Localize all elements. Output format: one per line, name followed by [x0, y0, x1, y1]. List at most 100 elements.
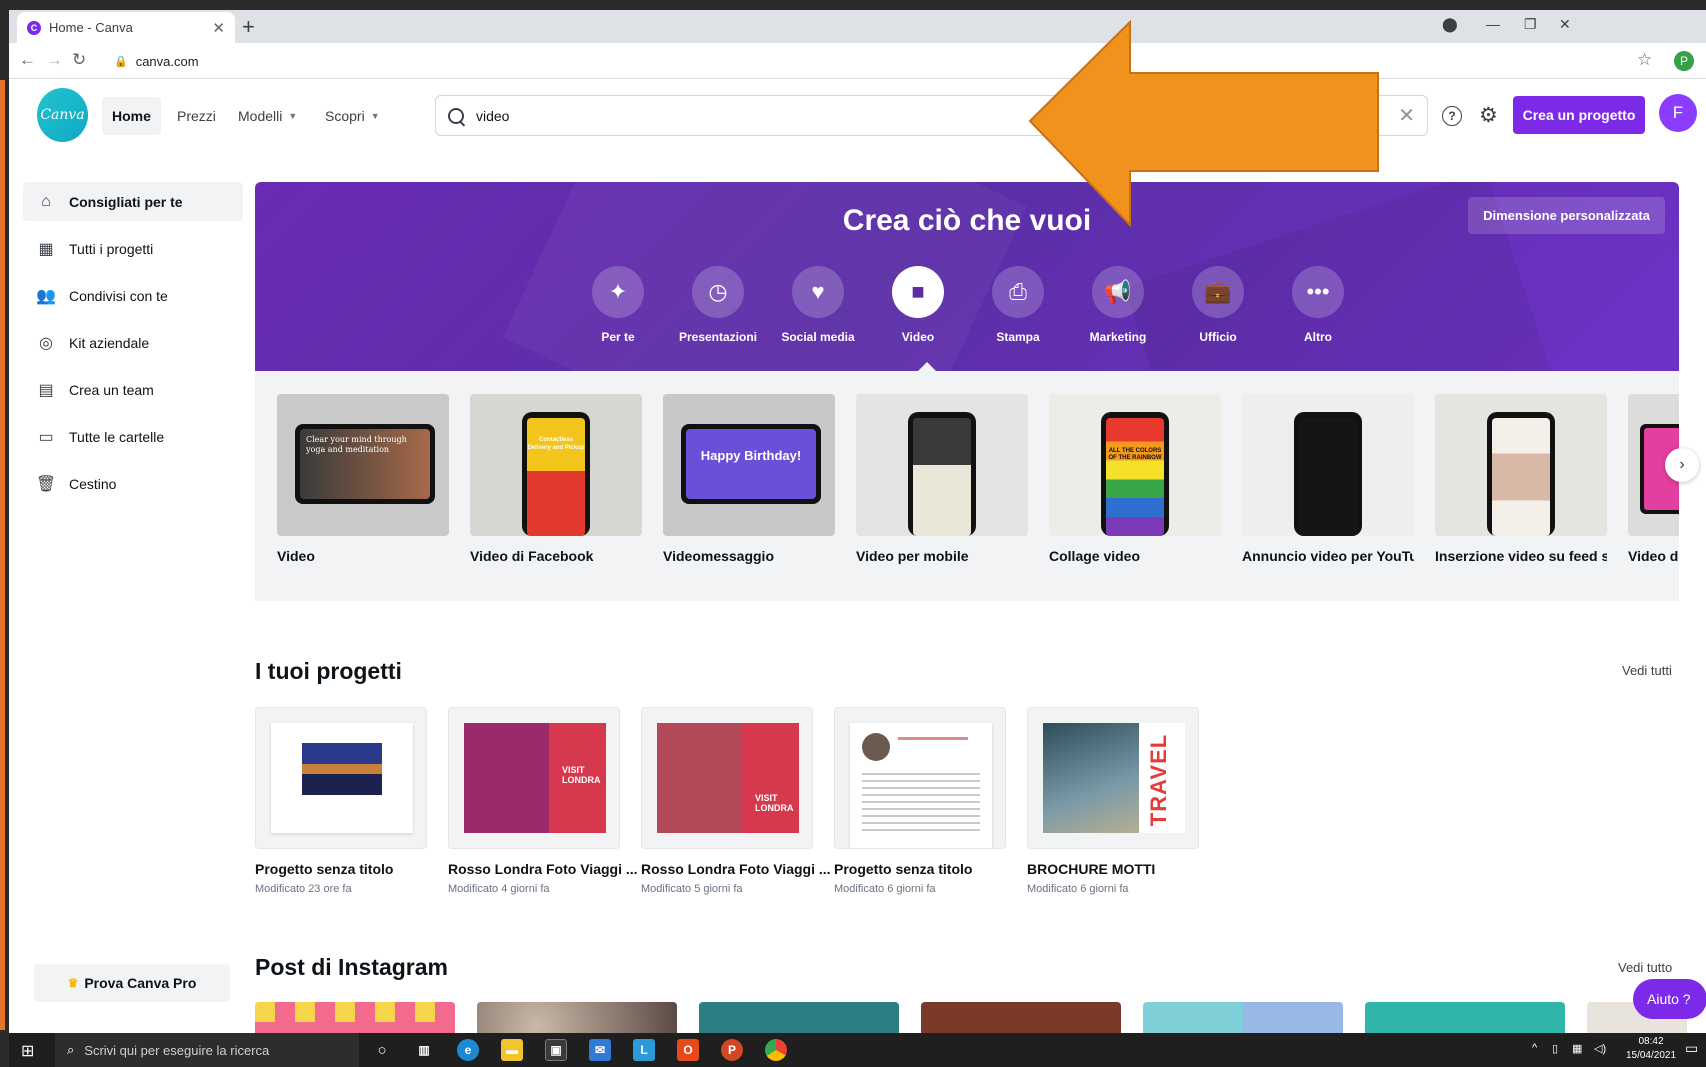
template-card[interactable]: Inserzione video su feed s...	[1435, 394, 1607, 564]
canva-logo[interactable]: Canva	[37, 88, 88, 142]
clear-search-icon[interactable]: ✕	[1398, 103, 1415, 128]
create-design-button[interactable]: Crea un progetto	[1513, 96, 1645, 134]
forward-icon[interactable]: →	[46, 50, 63, 70]
template-card[interactable]: Clear your mind through yoga and meditat…	[277, 394, 449, 564]
instagram-template-card[interactable]	[1143, 1002, 1343, 1033]
browser-address-bar: ← → ↻ 🔒 canva.com ☆ P ⋮	[9, 43, 1706, 79]
category-label: Video	[901, 330, 935, 344]
help-button[interactable]: Aiuto ?	[1633, 979, 1706, 1019]
chevron-down-icon: ▼	[370, 111, 380, 121]
tray-chevron-icon[interactable]: ^	[1532, 1042, 1537, 1054]
nav-pricing[interactable]: Prezzi	[167, 97, 226, 135]
close-window-icon[interactable]: ✕	[1559, 16, 1571, 33]
app-l-icon[interactable]: L	[633, 1039, 655, 1061]
volume-icon[interactable]: ◁)	[1594, 1042, 1606, 1055]
sidebar-item-brand-kit[interactable]: ◎ Kit aziendale	[23, 323, 243, 362]
category-marketing[interactable]: 📢 Marketing	[1068, 266, 1168, 344]
windows-start-icon[interactable]: ⊞	[21, 1041, 34, 1061]
category-social-media[interactable]: ♥ Social media	[768, 266, 868, 344]
nav-templates[interactable]: Modelli ▼	[228, 97, 307, 135]
category-label: Ufficio	[1199, 330, 1237, 344]
template-card[interactable]: Video per mobile	[856, 394, 1028, 564]
instagram-template-card[interactable]	[1365, 1002, 1565, 1033]
office-icon[interactable]: O	[677, 1039, 699, 1061]
file-explorer-icon[interactable]: ▬	[501, 1039, 523, 1061]
powerpoint-icon[interactable]: P	[721, 1039, 743, 1061]
taskbar-clock[interactable]: 08:42 15/04/2021	[1623, 1035, 1679, 1063]
battery-icon[interactable]: ▯	[1552, 1042, 1558, 1055]
template-card[interactable]: Happy Birthday! Videomessaggio	[663, 394, 835, 564]
hero-banner: Crea ciò che vuoi Dimensione personalizz…	[255, 182, 1679, 371]
close-tab-icon[interactable]: ✕	[212, 19, 225, 37]
template-card[interactable]: Video di	[1628, 394, 1679, 564]
sidebar-item-trash[interactable]: 🗑 Cestino	[23, 464, 243, 503]
project-card[interactable]: TRAVEL BROCHURE MOTTI Modificato 6 giorn…	[1027, 707, 1199, 895]
tab-title: Home - Canva	[49, 20, 133, 35]
instagram-template-card[interactable]	[255, 1002, 455, 1033]
gear-icon[interactable]: ⚙	[1479, 103, 1498, 128]
instagram-template-card[interactable]	[921, 1002, 1121, 1033]
tab-search-icon[interactable]: ⬤	[1442, 16, 1458, 33]
notifications-icon[interactable]: ▭	[1685, 1040, 1698, 1057]
store-icon[interactable]: ▣	[545, 1039, 567, 1061]
custom-size-button[interactable]: Dimensione personalizzata	[1468, 197, 1665, 234]
template-card[interactable]: Contactless Delivery and Pickup Video di…	[470, 394, 642, 564]
back-icon[interactable]: ←	[19, 50, 36, 70]
project-card[interactable]: VISIT LONDRA Rosso Londra Foto Viaggi ..…	[641, 707, 831, 895]
cortana-icon[interactable]: ○	[371, 1039, 393, 1061]
category-print[interactable]: ⎙ Stampa	[968, 266, 1068, 344]
url-field[interactable]: 🔒 canva.com	[114, 49, 1634, 73]
project-thumbnail	[255, 707, 427, 849]
sidebar-item-create-team[interactable]: ▤ Crea un team	[23, 370, 243, 409]
instagram-template-card[interactable]	[699, 1002, 899, 1033]
category-label: Per te	[601, 330, 635, 344]
instagram-template-card[interactable]	[477, 1002, 677, 1033]
nav-discover[interactable]: Scopri ▼	[315, 97, 390, 135]
category-office[interactable]: 💼 Ufficio	[1168, 266, 1268, 344]
category-video[interactable]: ■ Video	[868, 266, 968, 344]
chevron-right-icon: ›	[1679, 456, 1685, 473]
browser-tab[interactable]: C Home - Canva ✕	[17, 12, 235, 43]
sidebar-item-recommended[interactable]: ⌂ Consigliati per te	[23, 182, 243, 221]
sidebar-item-all-projects[interactable]: ▦ Tutti i progetti	[23, 229, 243, 268]
nav-home[interactable]: Home	[102, 97, 161, 135]
phone-screen	[1492, 418, 1550, 536]
instagram-section-title: Post di Instagram	[255, 954, 448, 980]
template-card[interactable]: Annuncio video per YouTu...	[1242, 394, 1414, 564]
presentation-icon: ◷	[692, 266, 744, 318]
category-more[interactable]: ••• Altro	[1268, 266, 1368, 344]
restore-icon[interactable]: ❐	[1524, 16, 1537, 33]
try-canva-pro-button[interactable]: ♛ Prova Canva Pro	[34, 964, 230, 1002]
network-icon[interactable]: ▦	[1572, 1042, 1582, 1055]
chrome-icon[interactable]	[765, 1039, 787, 1061]
nav-templates-label: Modelli	[238, 108, 283, 124]
template-card[interactable]: ALL THE COLORS OF THE RAINBOW Collage vi…	[1049, 394, 1221, 564]
browser-profile-avatar[interactable]: P	[1674, 51, 1694, 71]
projects-see-all-link[interactable]: Vedi tutti	[1622, 663, 1672, 678]
sidebar-item-label: Cestino	[69, 475, 117, 492]
reload-icon[interactable]: ↻	[72, 50, 86, 70]
edge-icon[interactable]: e	[457, 1039, 479, 1061]
user-avatar[interactable]: F	[1659, 94, 1697, 132]
bookmark-star-icon[interactable]: ☆	[1637, 50, 1652, 70]
project-card[interactable]: Progetto senza titolo Modificato 23 ore …	[255, 707, 427, 895]
project-thumb-text: VISIT LONDRA	[562, 765, 601, 785]
instagram-see-all-link[interactable]: Vedi tutto	[1618, 960, 1672, 975]
category-label: Marketing	[1089, 330, 1147, 344]
nav-home-label: Home	[112, 108, 151, 124]
taskbar-search-box[interactable]: ⌕ Scrivi qui per eseguire la ricerca	[55, 1033, 359, 1067]
active-category-caret	[917, 362, 937, 371]
category-for-you[interactable]: ✦ Per te	[568, 266, 668, 344]
task-view-icon[interactable]: ▥	[413, 1039, 435, 1061]
help-icon[interactable]: ?	[1442, 106, 1462, 126]
project-card[interactable]: Progetto senza titolo Modificato 6 giorn…	[834, 707, 1006, 895]
category-presentations[interactable]: ◷ Presentazioni	[668, 266, 768, 344]
mail-icon[interactable]: ✉	[589, 1039, 611, 1061]
carousel-next-button[interactable]: ›	[1665, 448, 1699, 482]
new-tab-icon[interactable]: +	[242, 14, 255, 40]
top-navigation: Canva Home Prezzi Modelli ▼ Scopri ▼ ✕ ? ⚙…	[9, 79, 1706, 151]
project-card[interactable]: VISIT LONDRA Rosso Londra Foto Viaggi ..…	[448, 707, 638, 895]
sidebar-item-folders[interactable]: ▭ Tutte le cartelle	[23, 417, 243, 456]
minimize-icon[interactable]: —	[1486, 16, 1500, 32]
sidebar-item-shared[interactable]: 👥 Condivisi con te	[23, 276, 243, 315]
